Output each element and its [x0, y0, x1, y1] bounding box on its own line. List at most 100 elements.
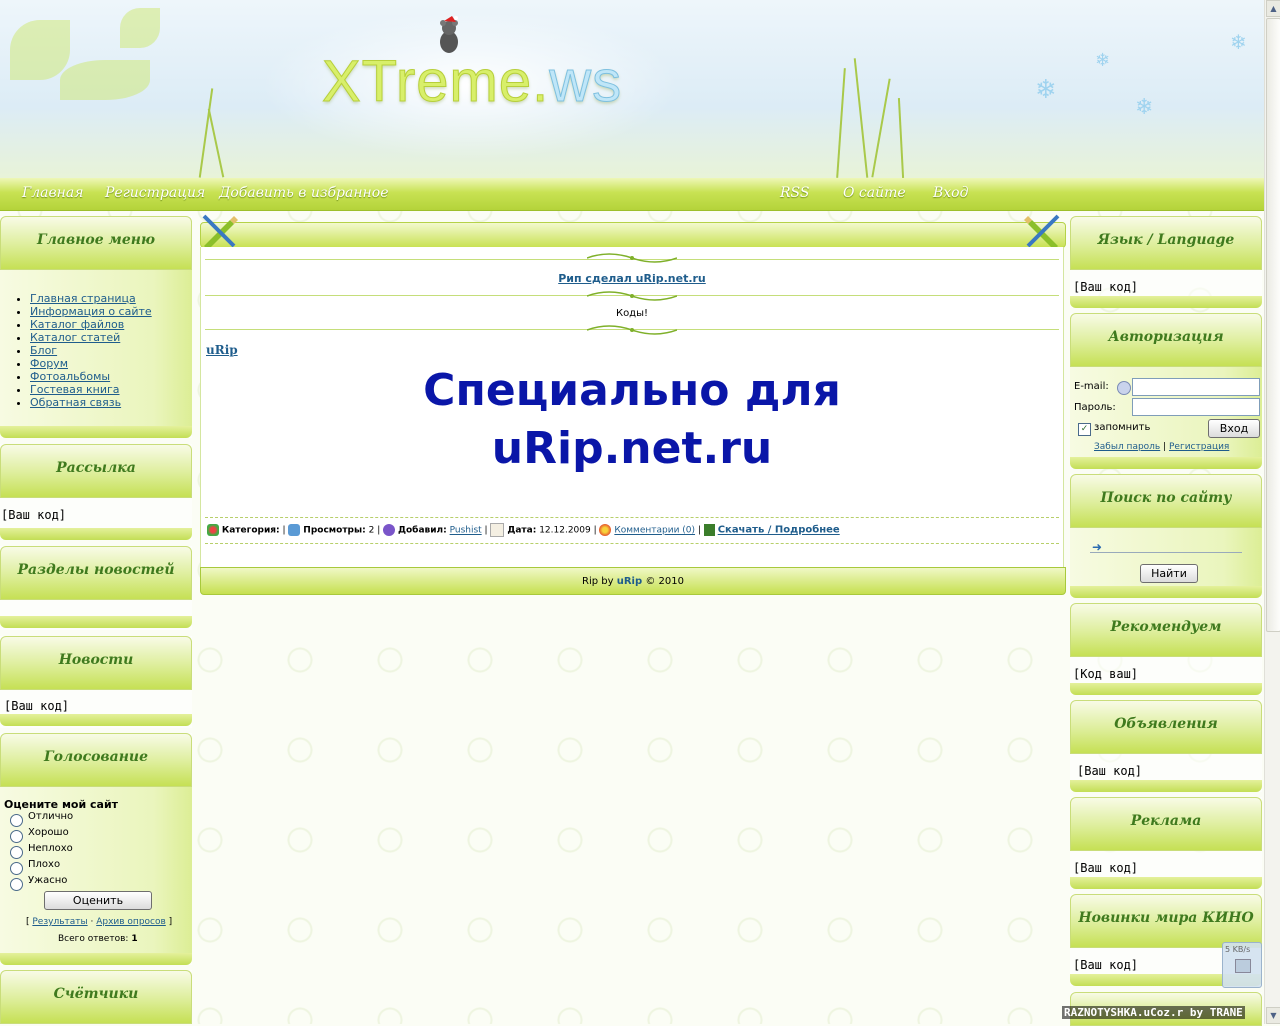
ornament-divider-icon [587, 291, 677, 301]
vote-button[interactable]: Оценить [44, 891, 152, 910]
menu-link-home[interactable]: Главная страница [30, 292, 136, 305]
nav-rss-link[interactable]: RSS [780, 185, 809, 201]
block-header: Объявления [1070, 700, 1262, 754]
ads-block: Объявления [Ваш код] [1070, 700, 1262, 792]
poll-option-label: Хорошо [28, 827, 69, 838]
menu-link-feedback[interactable]: Обратная связь [30, 396, 121, 409]
scroll-up-arrow-icon[interactable]: ▲ [1266, 0, 1280, 17]
nav-about-link[interactable]: О сайте [843, 185, 906, 201]
menu-item: Блог [30, 344, 152, 357]
block-title: Рассылка [56, 460, 136, 476]
language-block: Язык / Language [Ваш код] [1070, 216, 1262, 308]
openid-icon[interactable] [1117, 381, 1131, 395]
search-input[interactable] [1090, 538, 1242, 553]
watermark-text: RAZNOTYSHKA.uCoz.r by TRANE [1062, 1006, 1245, 1019]
menu-item: Информация о сайте [30, 305, 152, 318]
menu-link-info[interactable]: Информация о сайте [30, 305, 152, 318]
poll-radio[interactable] [10, 814, 23, 827]
site-logo[interactable]: XTreme.ws [321, 48, 622, 115]
block-title: Главное меню [37, 232, 155, 248]
category-icon [207, 524, 219, 536]
password-field[interactable] [1132, 398, 1260, 416]
speed-text: 5 KB/s [1225, 945, 1251, 954]
nav-home-link[interactable]: Главная [22, 185, 84, 201]
email-field[interactable] [1132, 378, 1260, 396]
block-header: Главное меню [0, 216, 192, 270]
promo-block: Реклама [Ваш код] [1070, 797, 1262, 889]
block-title: Реклама [1130, 813, 1202, 829]
poll-radio[interactable] [10, 862, 23, 875]
menu-item: Каталог файлов [30, 318, 152, 331]
block-header: Поиск по сайту [1070, 474, 1262, 528]
block-title: Рекомендуем [1110, 619, 1222, 635]
poll-radio[interactable] [10, 846, 23, 859]
block-title: Новинки мира КИНО [1078, 910, 1254, 926]
block-header: Счётчики [0, 970, 192, 1024]
monitor-icon [1235, 959, 1251, 973]
comments-link[interactable]: Комментарии (0) [614, 526, 695, 536]
block-header: Авторизация [1070, 313, 1262, 367]
search-arrow-icon: ➜ [1092, 540, 1103, 554]
scrollbar-thumb[interactable] [1266, 18, 1280, 632]
menu-link-files[interactable]: Каталог файлов [30, 318, 124, 331]
poll-radio[interactable] [10, 878, 23, 891]
poll-total-label: Всего ответов: [58, 934, 129, 944]
vertical-scrollbar[interactable]: ▲ ▼ [1264, 0, 1280, 1024]
scroll-down-arrow-icon[interactable]: ▼ [1266, 1007, 1280, 1024]
snowflake-icon: ❄ [1035, 75, 1057, 105]
email-label: E-mail: [1074, 381, 1109, 392]
menu-link-forum[interactable]: Форум [30, 357, 68, 370]
register-link[interactable]: Регистрация [1169, 442, 1229, 452]
block-title: Объявления [1114, 716, 1218, 732]
block-header: Разделы новостей [0, 546, 192, 600]
network-speed-widget[interactable]: 5 KB/s [1222, 942, 1262, 988]
poll-archive-link[interactable]: Архив опросов [96, 917, 166, 927]
crossed-pencils-icon [202, 214, 238, 250]
block-title: Разделы новостей [17, 562, 175, 578]
block-footer [0, 426, 192, 438]
search-button[interactable]: Найти [1140, 564, 1198, 583]
grass-decoration [853, 58, 869, 178]
content-area: Рип сделал uRip.net.ru Коды! uRip Специа… [200, 214, 1066, 595]
logo-main-text: XTreme. [321, 49, 550, 115]
author-profile-link[interactable]: Pushist [450, 526, 482, 536]
download-link[interactable]: Скачать / Подробнее [718, 525, 840, 536]
poll-option-label: Ужасно [28, 875, 68, 886]
poll-results-link[interactable]: Результаты [32, 917, 87, 927]
ornament-divider-icon [587, 253, 677, 263]
poll-total: Всего ответов: 1 [58, 934, 138, 944]
menu-link-photos[interactable]: Фотоальбомы [30, 370, 110, 383]
block-footer [0, 953, 192, 965]
comments-icon [599, 524, 612, 536]
menu-link-articles[interactable]: Каталог статей [30, 331, 120, 344]
ads-body: [Ваш код] [1077, 764, 1143, 778]
snowflake-icon: ❄ [1095, 50, 1111, 71]
menu-item: Гостевая книга [30, 383, 152, 396]
nav-login-link[interactable]: Вход [933, 185, 969, 201]
language-body: [Ваш код] [1073, 280, 1139, 294]
block-footer [1070, 780, 1262, 792]
menu-item: Каталог статей [30, 331, 152, 344]
author-link[interactable]: uRip [206, 343, 238, 357]
nav-bookmark-link[interactable]: Добавить в избранное [219, 185, 388, 201]
poll-radio[interactable] [10, 830, 23, 843]
flower-ornament [10, 20, 70, 80]
menu-item: Фотоальбомы [30, 370, 152, 383]
nav-register-link[interactable]: Регистрация [105, 185, 205, 201]
menu-link-guestbook[interactable]: Гостевая книга [30, 383, 120, 396]
codes-text: Коды! [615, 308, 649, 319]
rip-note-link[interactable]: Рип сделал uRip.net.ru [201, 272, 1063, 285]
grass-decoration [207, 108, 225, 178]
login-button[interactable]: Вход [1208, 419, 1260, 438]
menu-link-blog[interactable]: Блог [30, 344, 57, 357]
date-value: 12.12.2009 [539, 525, 591, 536]
forgot-password-link[interactable]: Забыл пароль [1094, 442, 1160, 452]
block-header: Новинки мира КИНО [1070, 894, 1262, 948]
remember-checkbox[interactable]: ✓ [1078, 423, 1091, 436]
calendar-icon [490, 523, 505, 537]
mailing-body: [Ваш код] [1, 508, 67, 522]
menu-item: Форум [30, 357, 152, 370]
block-header: Голосование [0, 733, 192, 787]
copyright-link[interactable]: uRip [617, 576, 642, 587]
poll-option-label: Плохо [28, 859, 61, 870]
